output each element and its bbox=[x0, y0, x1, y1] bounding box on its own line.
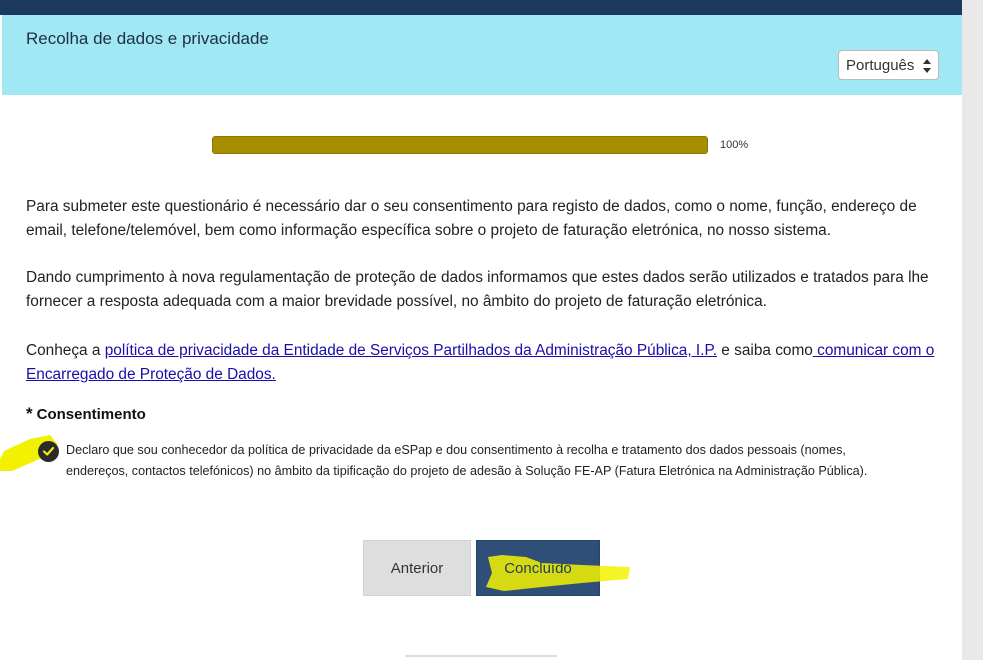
language-select-value: Português bbox=[846, 56, 915, 74]
progress-fill bbox=[212, 136, 708, 154]
consent-checkbox-label: Declaro que sou conhecedor da política d… bbox=[66, 443, 868, 478]
consent-heading: * Consentimento bbox=[26, 404, 146, 424]
consent-intro-paragraph: Para submeter este questionário é necess… bbox=[26, 198, 917, 239]
privacy-text-middle: e saiba como bbox=[717, 342, 813, 359]
privacy-links-paragraph: Conheça a política de privacidade da Ent… bbox=[26, 339, 941, 387]
highlight-mark-checkbox bbox=[0, 435, 58, 471]
bottom-divider bbox=[405, 655, 557, 657]
progress-bar bbox=[212, 136, 708, 154]
privacy-policy-link[interactable]: política de privacidade da Entidade de S… bbox=[105, 342, 717, 359]
page-title: Recolha de dados e privacidade bbox=[26, 29, 269, 48]
data-protection-paragraph: Dando cumprimento à nova regulamentação … bbox=[26, 269, 929, 310]
consent-checkbox[interactable] bbox=[38, 441, 59, 462]
sort-arrows-icon bbox=[923, 59, 931, 73]
previous-button[interactable]: Anterior bbox=[363, 540, 471, 596]
required-mark: * bbox=[26, 404, 33, 423]
top-bar bbox=[0, 0, 962, 15]
check-icon bbox=[42, 446, 55, 456]
page: Recolha de dados e privacidade Português… bbox=[0, 0, 983, 660]
scrollbar[interactable] bbox=[962, 0, 983, 660]
privacy-text-prefix: Conheça a bbox=[26, 342, 105, 359]
consent-title: Consentimento bbox=[36, 406, 146, 423]
progress-label: 100% bbox=[720, 139, 749, 151]
language-select[interactable]: Português bbox=[838, 50, 939, 80]
header: Recolha de dados e privacidade Português bbox=[2, 15, 962, 95]
done-button[interactable]: Concluído bbox=[476, 540, 600, 596]
